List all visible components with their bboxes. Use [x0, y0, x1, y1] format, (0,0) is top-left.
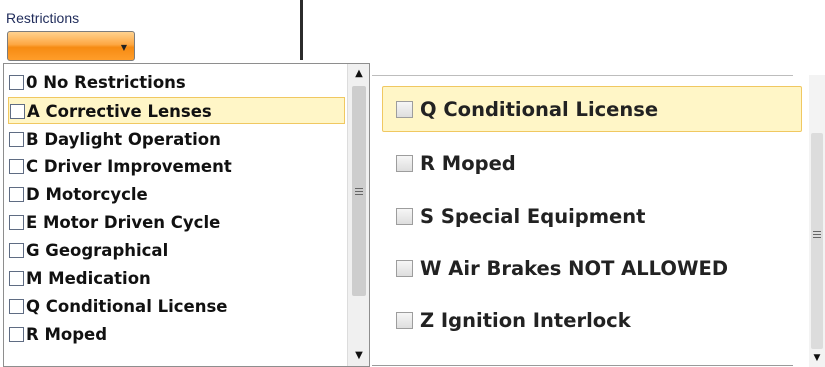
list-item-label: Z Ignition Interlock — [420, 309, 631, 332]
grip-line — [813, 237, 821, 238]
list-item[interactable]: R Moped — [382, 141, 802, 187]
chevron-down-icon[interactable]: ▼ — [121, 44, 127, 52]
list-item[interactable]: B Daylight Operation — [8, 126, 345, 153]
checkbox[interactable] — [9, 327, 24, 342]
grip-line — [355, 188, 363, 189]
checkbox[interactable] — [396, 312, 413, 329]
list-item-label: R Moped — [420, 152, 516, 175]
top-divider — [372, 75, 793, 76]
list-item-label: B Daylight Operation — [26, 130, 221, 149]
checkbox[interactable] — [9, 243, 24, 258]
list-item[interactable]: S Special Equipment — [382, 194, 802, 240]
scroll-down-arrow-icon[interactable]: ▼ — [809, 351, 825, 365]
list-item[interactable]: 0 No Restrictions — [8, 69, 345, 96]
grip-line — [355, 194, 363, 195]
checkbox[interactable] — [10, 104, 25, 119]
grip-line — [355, 191, 363, 192]
list-item[interactable]: A Corrective Lenses — [8, 97, 345, 124]
checkbox[interactable] — [396, 260, 413, 277]
list-item-label: G Geographical — [26, 241, 169, 260]
zoomed-scrollbar[interactable]: ▼ — [809, 75, 825, 367]
panel-divider — [300, 0, 303, 60]
list-item[interactable]: Q Conditional License — [382, 86, 802, 132]
checkbox[interactable] — [9, 271, 24, 286]
restrictions-label: Restrictions — [6, 10, 80, 26]
grip-line — [813, 234, 821, 235]
list-item-label: Q Conditional License — [26, 297, 228, 316]
scroll-down-arrow-icon[interactable]: ▼ — [348, 346, 369, 366]
checkbox[interactable] — [9, 132, 24, 147]
list-item-label: 0 No Restrictions — [26, 73, 186, 92]
list-item[interactable]: G Geographical — [8, 237, 345, 264]
dropdown-scrollbar[interactable]: ▲ ▼ — [347, 64, 369, 366]
list-item-label: C Driver Improvement — [26, 157, 232, 176]
checkbox[interactable] — [9, 187, 24, 202]
scroll-up-arrow-icon[interactable]: ▲ — [348, 64, 369, 84]
list-item[interactable]: M Medication — [8, 265, 345, 292]
list-item-label: S Special Equipment — [420, 205, 646, 228]
checkbox[interactable] — [9, 75, 24, 90]
list-item-label: Q Conditional License — [420, 98, 659, 121]
bottom-divider — [372, 365, 793, 366]
grip-line — [813, 231, 821, 232]
list-item-label: M Medication — [26, 269, 151, 288]
scrollbar-thumb[interactable] — [352, 86, 366, 296]
list-item-label: W Air Brakes NOT ALLOWED — [420, 257, 729, 280]
list-item[interactable]: E Motor Driven Cycle — [8, 209, 345, 236]
checkbox[interactable] — [396, 101, 413, 118]
list-item-label: A Corrective Lenses — [27, 102, 212, 121]
checkbox[interactable] — [9, 299, 24, 314]
checkbox[interactable] — [9, 159, 24, 174]
restrictions-dropdown-list[interactable]: 0 No Restrictions A Corrective Lenses B … — [3, 63, 370, 367]
checkbox[interactable] — [396, 208, 413, 225]
list-item[interactable]: W Air Brakes NOT ALLOWED — [382, 246, 802, 292]
list-item-label: E Motor Driven Cycle — [26, 213, 221, 232]
list-item-label: D Motorcycle — [26, 185, 148, 204]
list-item[interactable]: Z Ignition Interlock — [382, 298, 802, 344]
restrictions-dropdown[interactable]: ▼ — [7, 31, 135, 61]
list-item[interactable]: D Motorcycle — [8, 181, 345, 208]
dropdown-list-items: 0 No Restrictions A Corrective Lenses B … — [4, 64, 347, 366]
list-item[interactable]: R Moped — [8, 321, 345, 348]
list-item[interactable]: C Driver Improvement — [8, 153, 345, 180]
checkbox[interactable] — [396, 155, 413, 172]
list-item-label: R Moped — [26, 325, 108, 344]
list-item[interactable]: Q Conditional License — [8, 293, 345, 320]
checkbox[interactable] — [9, 215, 24, 230]
zoomed-restrictions-list: Q Conditional License R Moped S Special … — [372, 75, 825, 367]
scrollbar-thumb[interactable] — [811, 133, 823, 349]
